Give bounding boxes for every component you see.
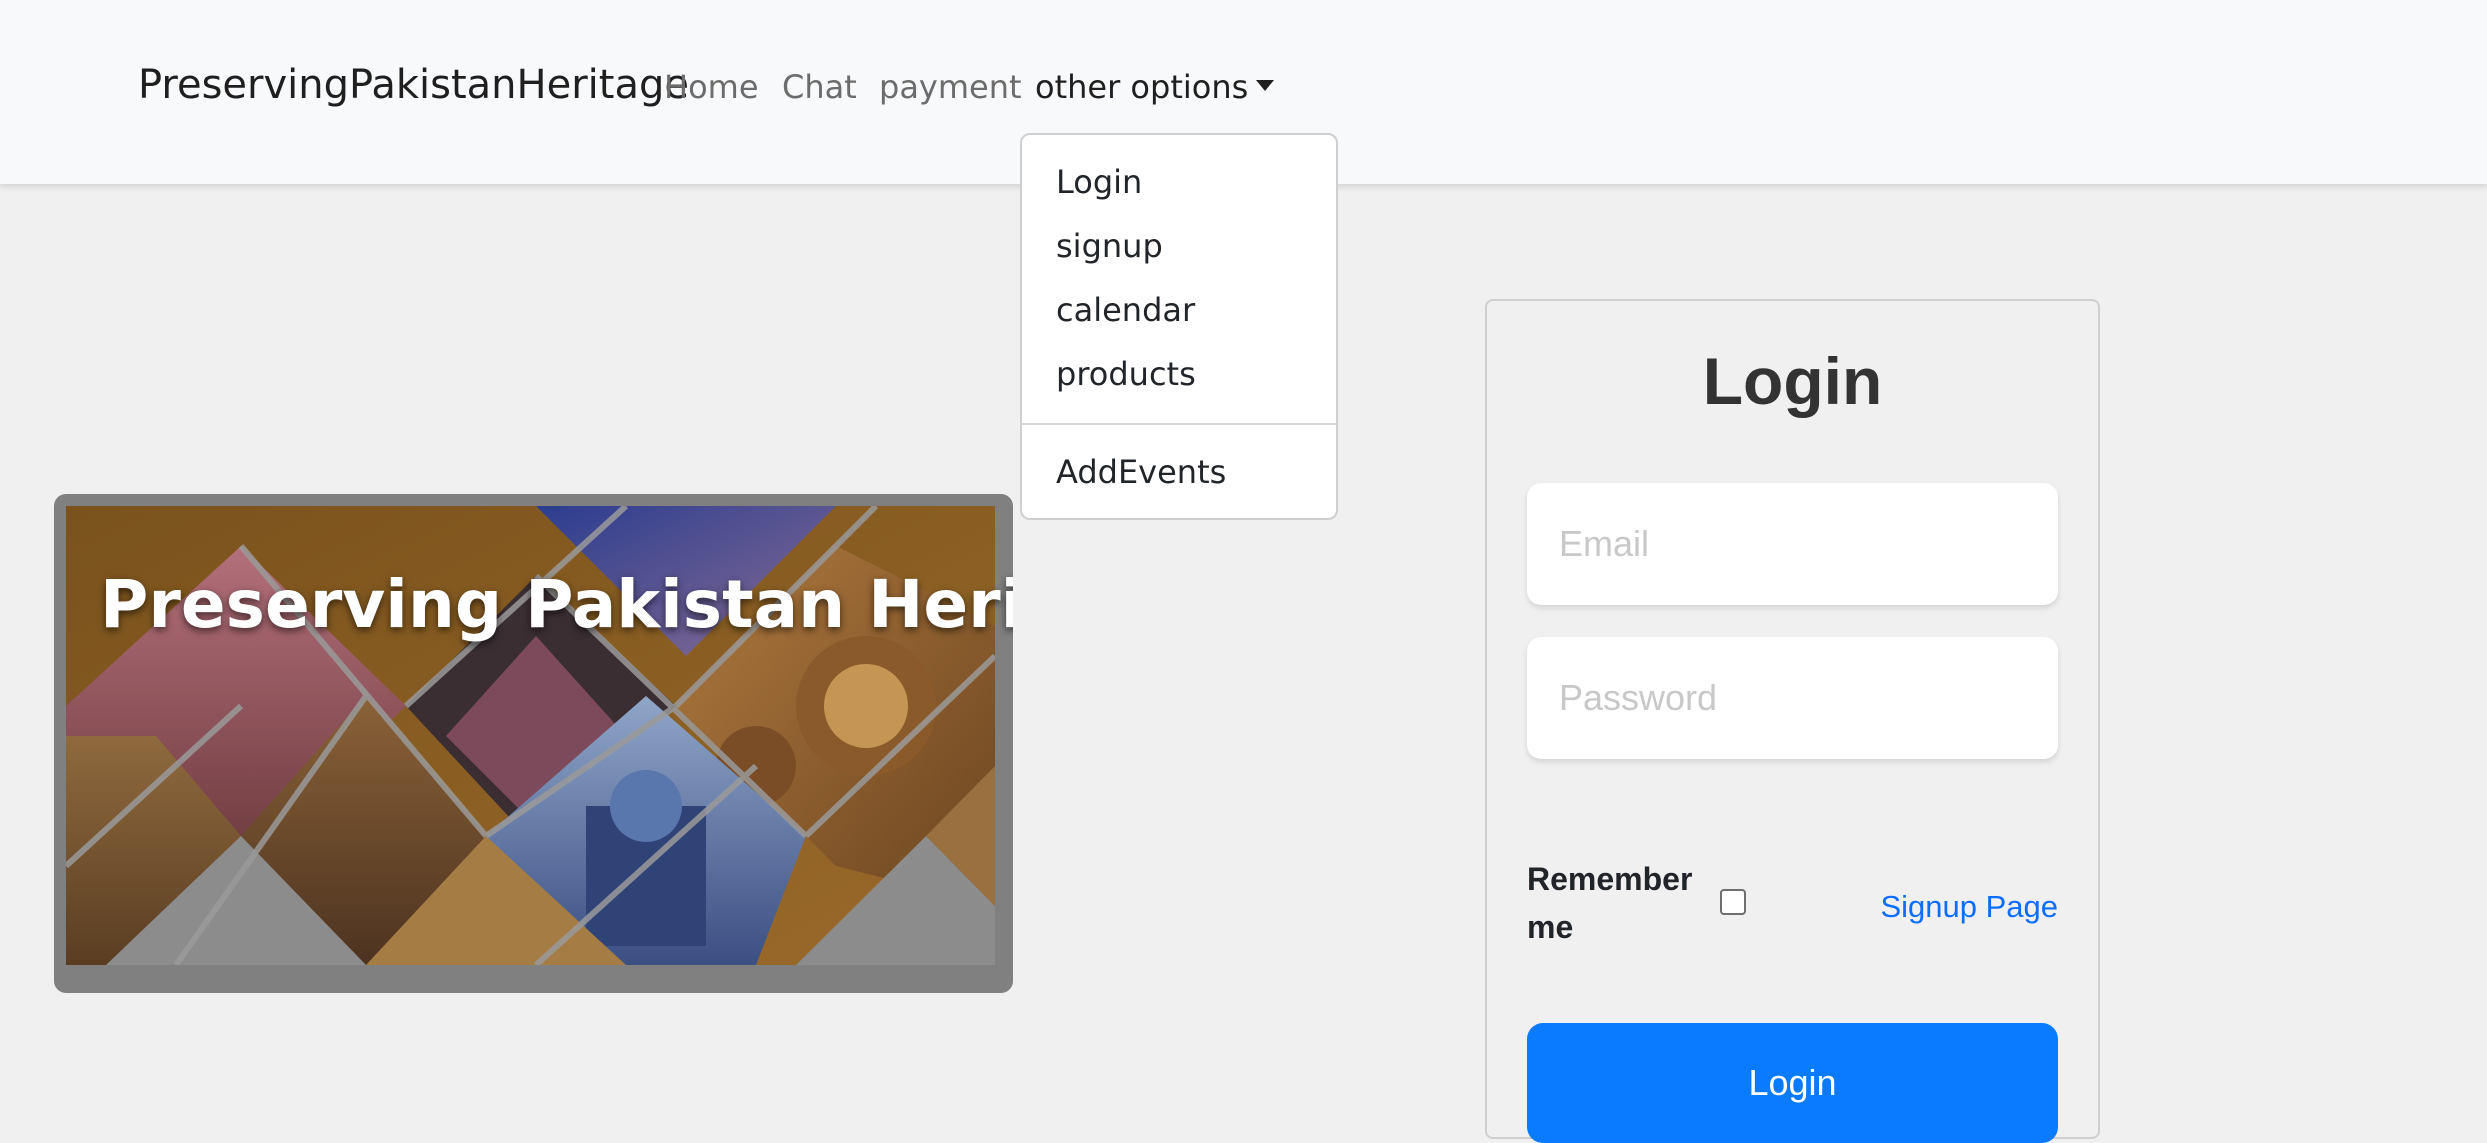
dropdown-item-signup[interactable]: signup [1056, 227, 1163, 265]
nav-link-chat[interactable]: Chat [782, 68, 857, 106]
remember-me-checkbox[interactable] [1720, 889, 1746, 915]
dropdown-divider [1022, 423, 1336, 425]
caret-down-icon [1256, 80, 1275, 91]
dropdown-item-addevents[interactable]: AddEvents [1056, 453, 1226, 491]
nav-link-home[interactable]: Home [664, 68, 759, 106]
dropdown-item-calendar[interactable]: calendar [1056, 291, 1195, 329]
hero-image: Preserving Pakistan Heritage [54, 494, 1013, 993]
nav-dropdown-label: other options [1035, 68, 1249, 106]
remember-me-label: Remember me [1527, 861, 1693, 945]
signup-page-link[interactable]: Signup Page [1880, 889, 2058, 925]
login-form-card: Login Remember me Signup Page Login [1485, 299, 2100, 1143]
email-input[interactable] [1527, 483, 2058, 605]
dropdown-item-login[interactable]: Login [1056, 163, 1142, 201]
brand-link[interactable]: PreservingPakistanHeritage [138, 62, 689, 108]
nav-dropdown-toggle[interactable]: other options [1035, 68, 1275, 106]
login-heading: Login [1702, 344, 1883, 418]
dropdown-menu: Login signup calendar products AddEvents [1020, 133, 1338, 520]
dropdown-item-products[interactable]: products [1056, 355, 1196, 393]
nav-link-payment[interactable]: payment [879, 68, 1022, 106]
hero-title: Preserving Pakistan Heritage [100, 566, 1013, 643]
password-input[interactable] [1527, 637, 2058, 759]
login-submit-button[interactable]: Login [1527, 1023, 2058, 1143]
